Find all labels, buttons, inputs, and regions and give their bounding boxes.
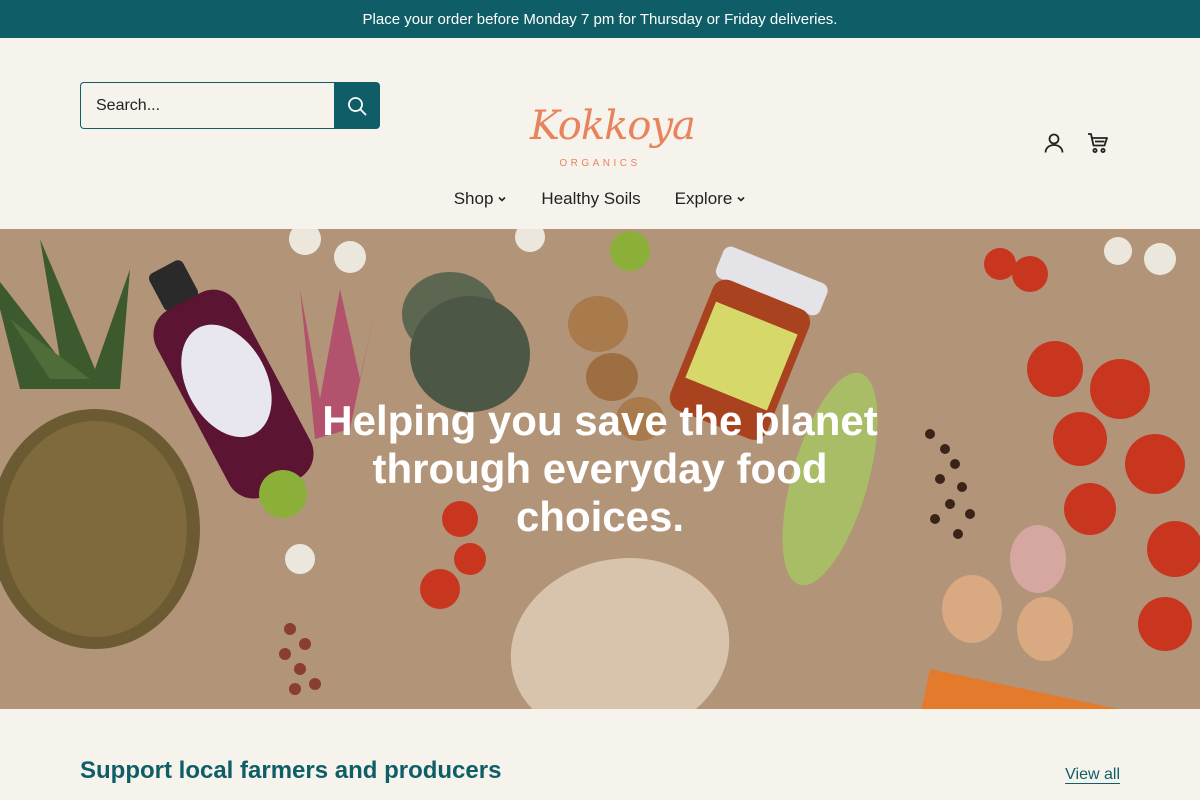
logo-wordmark: Kokkoya (530, 103, 696, 149)
chevron-down-icon (498, 196, 506, 202)
chevron-down-icon (737, 196, 745, 202)
search-icon (348, 96, 367, 115)
site-logo[interactable]: Kokkoya ORGANICS (530, 103, 696, 174)
section-title: Support local farmers and producers (80, 757, 502, 784)
cart-icon (1088, 133, 1108, 153)
account-icon (1044, 133, 1064, 153)
nav-item-label: Explore (674, 189, 733, 208)
site-header: Kokkoya ORGANICS Shop Healthy Soils (0, 38, 1200, 229)
search-form (80, 82, 380, 129)
hero-banner: Helping you save the planet through ever… (0, 229, 1200, 709)
nav-item-label: Healthy Soils (541, 189, 641, 208)
featured-section: Support local farmers and producers View… (0, 709, 1200, 800)
announcement-bar: Place your order before Monday 7 pm for … (0, 0, 1200, 38)
nav-item-healthy-soils[interactable]: Healthy Soils (541, 189, 640, 209)
search-button[interactable] (334, 82, 380, 129)
main-nav: Shop Healthy Soils Explore (0, 189, 1200, 209)
logo-tagline: ORGANICS (559, 158, 641, 169)
search-input[interactable] (80, 82, 334, 129)
nav-item-label: Shop (453, 189, 494, 208)
account-button[interactable] (1042, 131, 1066, 155)
cart-button[interactable] (1086, 131, 1110, 155)
announcement-text: Place your order before Monday 7 pm for … (362, 10, 838, 28)
nav-item-shop[interactable]: Shop (454, 189, 508, 209)
hero-title: Helping you save the planet through ever… (322, 397, 878, 540)
nav-item-explore[interactable]: Explore (675, 189, 747, 209)
header-actions (1042, 131, 1110, 155)
view-all-link[interactable]: View all (1065, 766, 1120, 784)
